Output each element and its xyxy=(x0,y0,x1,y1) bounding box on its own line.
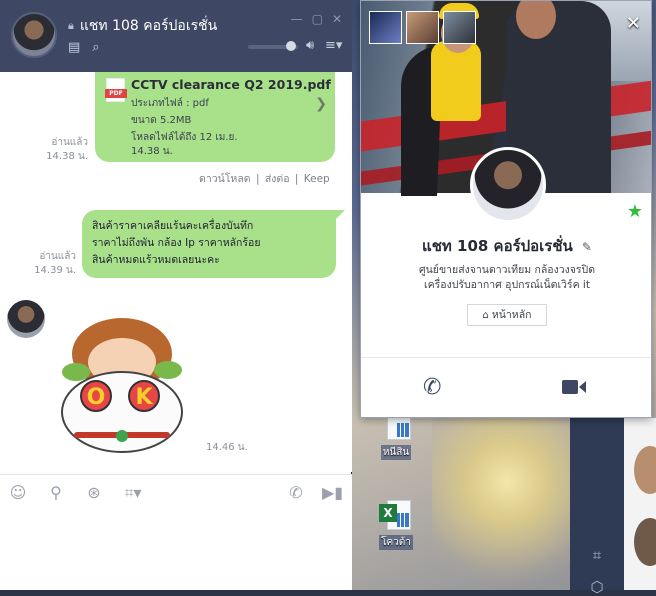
message-input[interactable] xyxy=(0,510,352,590)
sticker-text-o: O xyxy=(87,385,106,410)
sticker-text-k: K xyxy=(135,385,153,410)
volume-knob[interactable] xyxy=(286,41,296,51)
shape-icon[interactable]: ⬡ xyxy=(588,578,606,596)
sender-avatar[interactable] xyxy=(7,300,45,338)
chevron-right-icon[interactable]: ❯ xyxy=(315,96,327,112)
photo-thumbnail[interactable] xyxy=(443,11,476,44)
read-label: อ่านแล้ว xyxy=(39,251,76,262)
crop-icon[interactable]: ⌗ xyxy=(588,546,606,564)
text-message-bubble[interactable]: สินค้าราคาเคลียแร้นคะเครื่องบันทึก ราคาไ… xyxy=(82,210,345,278)
keep-save-icon[interactable]: ⊛ xyxy=(84,483,104,502)
desktop-icon-label: หนีสิน xyxy=(380,445,412,460)
favorite-star-icon[interactable]: ★ xyxy=(627,201,643,222)
read-receipt: อ่านแล้ว 14.38 น. xyxy=(40,136,88,164)
profile-name-row: แชท 108 คอร์ปอเรชั่น ✎ xyxy=(361,234,651,258)
pdf-file-icon: PDF xyxy=(105,78,127,102)
avatar[interactable] xyxy=(634,446,656,494)
menu-icon[interactable]: ≡▾ xyxy=(325,38,342,53)
video-icon[interactable]: ▶▮ xyxy=(322,483,343,502)
desktop-icon-label: โควต้า xyxy=(379,535,413,550)
read-label: อ่านแล้ว xyxy=(51,137,88,148)
friend-list-strip xyxy=(624,418,656,590)
forward-link[interactable]: ส่งต่อ xyxy=(265,173,290,185)
minimize-icon[interactable]: — xyxy=(291,12,303,26)
photo-thumbnail[interactable] xyxy=(369,11,402,44)
notes-icon[interactable]: ▤ xyxy=(68,40,80,55)
divider xyxy=(361,357,651,358)
separator: | xyxy=(294,173,299,185)
separator: | xyxy=(255,173,260,185)
file-name: CCTV clearance Q2 2019.pdf xyxy=(131,77,331,92)
message-time: 14.39 น. xyxy=(34,265,76,276)
screenshot-icon[interactable]: ⌗▾ xyxy=(118,483,148,503)
home-button[interactable]: ⌂ หน้าหลัก xyxy=(467,304,547,326)
search-icon[interactable]: ⌕ xyxy=(92,40,99,55)
close-button[interactable]: ✕ xyxy=(626,13,641,34)
window-controls: — ▢ ✕ xyxy=(291,12,342,26)
file-size: ขนาด 5.2MB xyxy=(131,115,192,126)
message-time: 14.46 น. xyxy=(206,442,248,453)
chat-avatar[interactable] xyxy=(11,12,57,58)
emoji-icon[interactable]: ☺ xyxy=(8,483,28,502)
desktop-icon-excel-2[interactable]: X โควต้า xyxy=(366,500,426,550)
file-message-bubble[interactable]: PDF CCTV clearance Q2 2019.pdf ประเภทไฟล… xyxy=(95,72,335,162)
maximize-icon[interactable]: ▢ xyxy=(312,12,323,26)
profile-status-message: ศูนย์ขายส่งจานดาวเทียม กล้องวงจรปิด เครื… xyxy=(418,264,596,291)
wallpaper-sparkle xyxy=(432,410,582,590)
file-type: ประเภทไฟล์ : pdf xyxy=(131,98,209,109)
excel-file-icon: X xyxy=(379,500,413,530)
chat-window: 🔒︎ แชท 108 คอร์ปอเรชั่น — ▢ ✕ ▤ ⌕ 🔊︎ ≡▾ … xyxy=(0,0,352,590)
lock-icon: 🔒︎ xyxy=(68,19,74,32)
avatar[interactable] xyxy=(634,518,656,566)
volume-slider[interactable] xyxy=(248,41,298,51)
home-button-label: หน้าหลัก xyxy=(491,309,532,321)
input-toolbar: ☺ ⚲ ⊛ ⌗▾ ✆ ▶▮ xyxy=(0,474,352,510)
ok-sticker[interactable]: O K xyxy=(56,312,188,454)
speaker-icon[interactable]: 🔊︎ xyxy=(306,38,314,53)
pdf-tag: PDF xyxy=(105,89,127,98)
keep-link[interactable]: Keep xyxy=(304,173,330,185)
photo-thumbnail[interactable] xyxy=(406,11,439,44)
header-tools: ▤ ⌕ xyxy=(68,40,100,55)
file-expiry-time: 14.38 น. xyxy=(131,146,173,157)
file-actions: ดาวน์โหลด | ส่งต่อ | Keep xyxy=(198,170,331,187)
download-link[interactable]: ดาวน์โหลด xyxy=(199,173,251,185)
close-icon[interactable]: ✕ xyxy=(332,12,342,26)
profile-card: ✕ ★ แชท 108 คอร์ปอเรชั่น ✎ ศูนย์ขายส่งจา… xyxy=(360,0,652,418)
video-call-button[interactable] xyxy=(561,377,587,397)
edit-pencil-icon[interactable]: ✎ xyxy=(582,240,592,254)
chat-title-row: 🔒︎ แชท 108 คอร์ปอเรชั่น xyxy=(68,15,217,37)
home-icon: ⌂ xyxy=(482,310,489,321)
profile-name: แชท 108 คอร์ปอเรชั่น xyxy=(422,237,573,255)
read-receipt: อ่านแล้ว 14.39 น. xyxy=(28,250,76,278)
chat-title[interactable]: แชท 108 คอร์ปอเรชั่น xyxy=(80,15,217,37)
message-time: 14.38 น. xyxy=(46,151,88,162)
attach-icon[interactable]: ⚲ xyxy=(46,483,66,502)
message-list[interactable]: อ่านแล้ว 14.38 น. PDF CCTV clearance Q2 … xyxy=(0,72,352,472)
profile-avatar[interactable] xyxy=(470,147,546,223)
chat-header: 🔒︎ แชท 108 คอร์ปอเรชั่น — ▢ ✕ ▤ ⌕ 🔊︎ ≡▾ xyxy=(0,0,352,72)
side-panel-strip: ⌗ ⬡ xyxy=(570,418,624,596)
call-button[interactable]: ✆ xyxy=(423,375,441,400)
phone-icon[interactable]: ✆ xyxy=(286,483,306,502)
